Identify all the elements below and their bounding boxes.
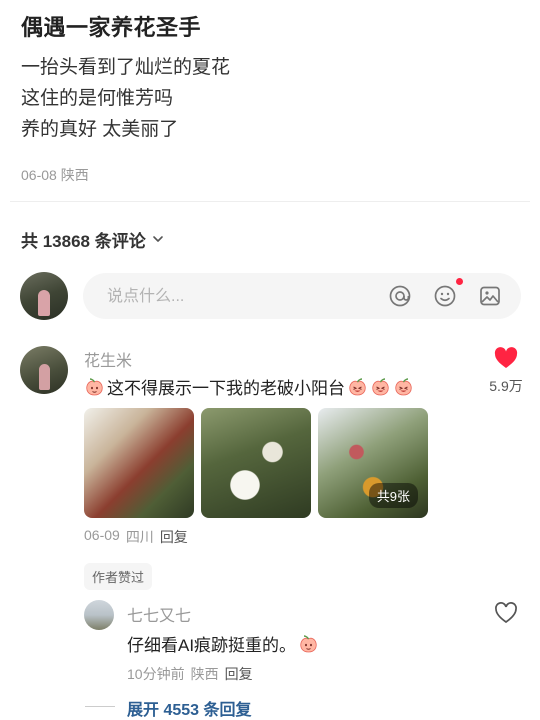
reply-location: 陕西: [190, 666, 219, 682]
expand-divider: [85, 706, 115, 707]
reply-text-body: 仔细看AI痕跡挺重的。: [127, 636, 297, 655]
comment-date: 06-09: [84, 527, 120, 543]
peach-emoji-icon: [393, 376, 414, 397]
image-icon[interactable]: [478, 284, 502, 308]
reply-like-button[interactable]: [481, 602, 531, 629]
peach-emoji-icon: [347, 376, 368, 397]
comment-text-body: 这不得展示一下我的老破小阳台: [107, 379, 345, 398]
comment-photo[interactable]: [84, 408, 194, 518]
comment-input[interactable]: [105, 273, 369, 321]
post-title: 偶遇一家养花圣手: [21, 15, 202, 40]
emoji-notification-dot: [456, 278, 463, 285]
comment-photo[interactable]: [201, 408, 311, 518]
comment-location: 四川: [125, 529, 154, 545]
author-liked-badge: 作者赞过: [84, 563, 153, 590]
at-icon[interactable]: [388, 284, 412, 308]
post-line: 养的真好 太美丽了: [21, 119, 179, 140]
like-count: 5.9万: [489, 378, 523, 394]
divider: [10, 201, 530, 202]
post-meta: 06-08 陕西: [21, 165, 89, 185]
peach-emoji-icon: [370, 376, 391, 397]
comment-count-label: 共 13868 条评论: [21, 232, 146, 251]
heart-filled-icon: [494, 347, 518, 373]
reply-time: 10分钟前: [127, 666, 185, 682]
reply-text[interactable]: 仔细看AI痕跡挺重的。: [127, 631, 319, 656]
peach-emoji-icon: [298, 633, 319, 654]
chevron-down-icon: [152, 233, 164, 248]
peach-emoji-icon: [84, 376, 105, 397]
my-avatar[interactable]: [20, 272, 68, 320]
photo-count-badge: 共9张: [368, 483, 418, 508]
reply-meta: 10分钟前 陕西 回复: [127, 664, 253, 684]
comment-photo[interactable]: 共9张: [318, 408, 428, 518]
reply-avatar[interactable]: [84, 600, 114, 630]
comment-avatar[interactable]: [20, 346, 68, 394]
reply-button[interactable]: 回复: [160, 527, 188, 547]
post-line: 这住的是何惟芳吗: [21, 88, 174, 109]
heart-outline-icon: [494, 602, 518, 628]
expand-replies-link[interactable]: 展开 4553 条回复: [127, 696, 252, 720]
post-line: 一抬头看到了灿烂的夏花: [21, 57, 231, 78]
reply-username[interactable]: 七七又七: [127, 602, 191, 626]
comment-input-box[interactable]: [83, 273, 521, 321]
like-button[interactable]: 5.9万: [481, 347, 531, 396]
comment-text[interactable]: 这不得展示一下我的老破小阳台: [84, 374, 414, 399]
emoji-icon[interactable]: [433, 284, 457, 308]
comment-count-sort[interactable]: 共 13868 条评论: [21, 227, 164, 252]
reply-button[interactable]: 回复: [225, 664, 253, 684]
comment-meta: 06-09 四川 回复: [84, 527, 188, 547]
post-body: 一抬头看到了灿烂的夏花 这住的是何惟芳吗 养的真好 太美丽了: [21, 52, 230, 145]
post-date: 06-08: [21, 167, 57, 183]
post-location: 陕西: [60, 167, 89, 183]
comment-username[interactable]: 花生米: [84, 347, 132, 371]
